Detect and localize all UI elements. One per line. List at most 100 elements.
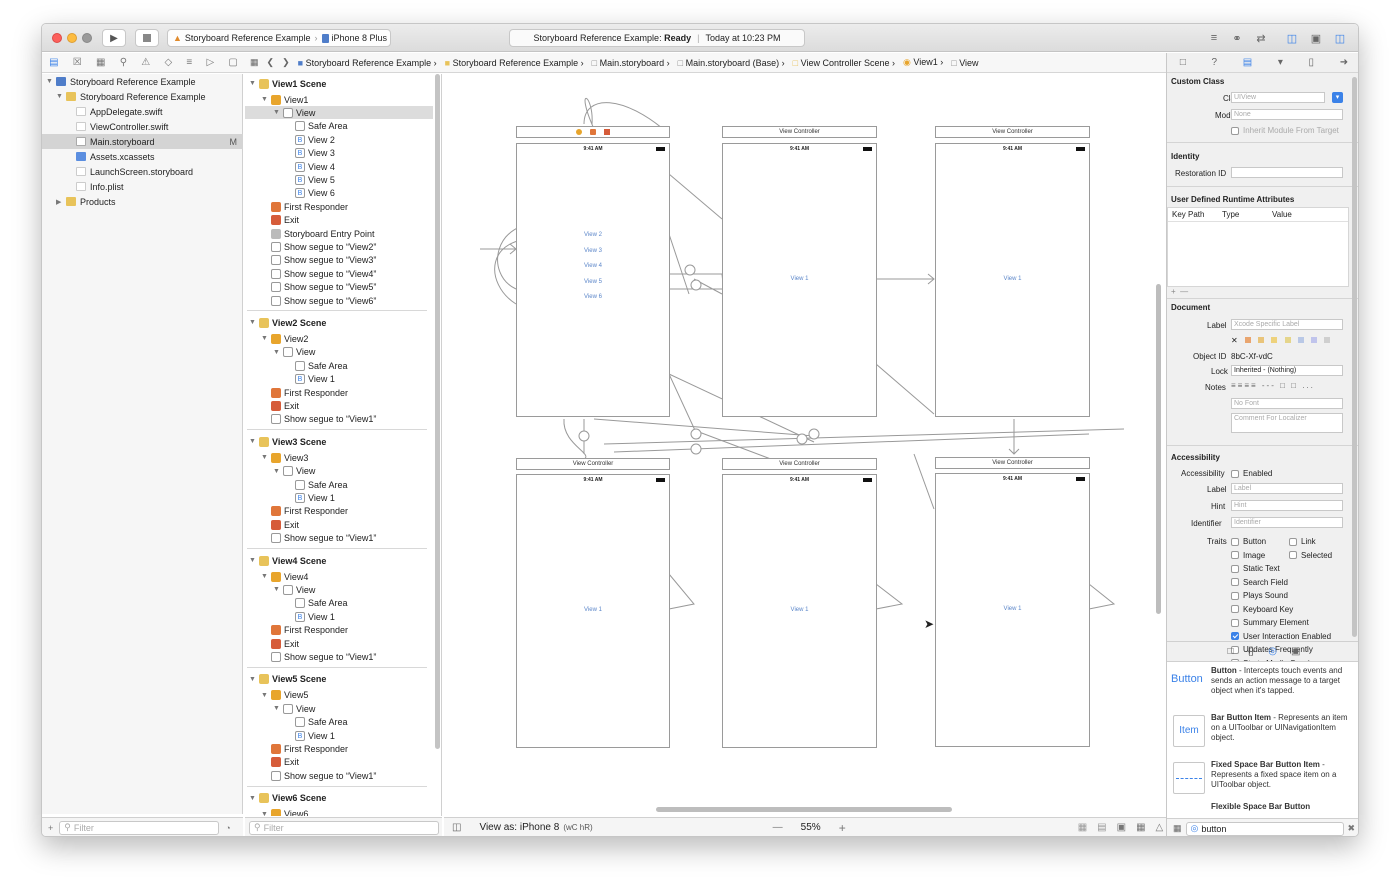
attributes-inspector-icon[interactable]: ▾ [1278,57,1283,68]
clear-color-icon[interactable]: ✕ [1231,336,1238,345]
link-view2[interactable]: View 2 [517,232,669,238]
disclosure-expanded-icon[interactable]: ▼ [249,676,259,683]
outline-filter-input[interactable]: ⚲ Filter [249,820,439,835]
breakpoint-tab-icon[interactable]: ▷ [206,57,214,68]
segue-icon[interactable] [690,443,702,455]
library-item-button[interactable]: Button Button - Intercepts touch events … [1171,666,1349,706]
zoom-out-button[interactable]: — [773,822,783,833]
outline-row[interactable]: B View 4 [295,160,335,173]
outline-row[interactable]: ▼ View4 [261,570,308,583]
identifier-field[interactable]: Identifier [1231,517,1343,528]
outline-row[interactable]: Exit [271,214,299,227]
outline-scene-header[interactable]: ▼ View2 Scene [249,316,326,329]
outline-row[interactable]: ▼ View3 [261,451,308,464]
checkbox[interactable] [1231,551,1239,560]
align-icon[interactable]: ▣ [1117,822,1126,833]
comment-field[interactable]: Comment For Localizer [1231,413,1343,433]
outline-row[interactable]: B View 1 [295,373,335,386]
color-swatch[interactable] [1311,337,1318,343]
trait-row[interactable]: Plays Sound [1231,591,1288,600]
disclosure-expanded-icon[interactable]: ▼ [249,795,259,802]
outline-row[interactable]: Exit [271,518,299,531]
hint-field[interactable]: Hint [1231,500,1343,511]
outline-row[interactable]: Show segue to “View6” [271,294,376,307]
segue-icon[interactable] [690,428,702,440]
outline-row[interactable]: Show segue to “View5” [271,281,376,294]
outline-row[interactable]: ▼ View [245,106,433,120]
disclosure-expanded-icon[interactable]: ▼ [261,811,271,816]
trait-row[interactable]: Link [1289,537,1316,546]
resolve-icon[interactable]: △ [1156,822,1164,833]
disclosure-expanded-icon[interactable]: ▼ [273,586,283,593]
outline-row[interactable]: First Responder [271,624,348,637]
outline-row[interactable]: Show segue to “View1” [271,532,376,545]
outline-row[interactable]: Safe Area [295,120,348,133]
assistant-editor-button[interactable]: ⚭ [1227,30,1247,46]
disclosure-expanded-icon[interactable]: ▼ [261,573,271,580]
standard-editor-button[interactable]: ≡ [1204,30,1224,46]
outline-row[interactable]: B View 1 [295,729,335,742]
disclosure-expanded-icon[interactable]: ▼ [249,438,259,445]
segue-icon[interactable] [684,264,696,276]
quick-help-icon[interactable]: ? [1212,57,1218,68]
version-editor-button[interactable]: ⇄ [1251,30,1271,46]
segue-icon[interactable] [808,428,820,440]
toggle-debug-button[interactable]: ▣ [1306,30,1326,46]
outline-row[interactable]: Show segue to “View4” [271,267,376,280]
scene-view5[interactable]: 9:41 AM View 1 [722,474,877,748]
outline-scene-header[interactable]: ▼ View6 Scene [249,792,326,805]
color-swatch[interactable] [1297,337,1304,343]
code-snippet-icon[interactable]: {} [1248,646,1255,657]
zoom-in-button[interactable]: + [839,821,846,835]
nav-item[interactable]: Info.plist [76,179,124,194]
view-as-label[interactable]: View as: iPhone 8 [479,822,559,833]
folder-tab-icon[interactable]: ▤ [49,57,58,68]
outline-row[interactable]: ▼ View5 [261,689,308,702]
restoration-id-field[interactable] [1231,167,1343,178]
segue-icon[interactable] [796,433,808,445]
disclosure-expanded-icon[interactable]: ▼ [249,80,259,87]
jumpbar-localization[interactable]: □ Main.storyboard (Base) › [678,58,785,68]
jumpbar-scene[interactable]: □ View Controller Scene › [793,58,895,68]
report-tab-icon[interactable]: ▢ [228,57,237,68]
trait-row[interactable]: Selected [1289,551,1332,560]
checkbox[interactable] [1289,551,1297,560]
label-color-swatches[interactable]: ✕ [1231,336,1331,345]
checkbox[interactable] [1231,537,1239,546]
grid-view-icon[interactable]: ▦ [1173,823,1182,834]
nav-item-selected[interactable]: Main.storyboard M [42,134,243,149]
jumpbar-folder[interactable]: ■ Storyboard Reference Example › [445,58,584,68]
canvas-vertical-scrollbar[interactable] [1156,284,1161,614]
link-view1[interactable]: View 1 [723,276,876,282]
outline-row[interactable]: B View 1 [295,491,335,504]
clear-search-icon[interactable]: ✖ [1348,823,1356,834]
scene-dock-view1[interactable] [516,126,670,138]
udra-table[interactable]: Key Path Type Value [1167,207,1349,287]
color-swatch[interactable] [1258,337,1265,343]
update-frames-icon[interactable]: ▦ [1078,822,1087,833]
trait-row[interactable]: Button [1231,537,1266,546]
scene-view1[interactable]: 9:41 AM View 2 View 3 View 4 View 5 View… [516,143,670,417]
outline-row[interactable]: First Responder [271,742,348,755]
link-view5[interactable]: View 5 [517,279,669,285]
checkbox[interactable] [1231,126,1239,135]
accessibility-enabled-row[interactable]: Enabled [1231,469,1272,478]
notes-format-toolbar[interactable]: ≡≡≡≡ --- □ □ ... [1231,381,1315,390]
outline-row[interactable]: Exit [271,637,299,650]
segue-icon[interactable] [690,279,702,291]
notes-font-field[interactable]: No Font [1231,398,1343,409]
outline-row[interactable]: Safe Area [295,716,348,729]
stop-button[interactable] [135,29,159,47]
debug-tab-icon[interactable]: ≡ [186,57,192,68]
checkbox[interactable] [1231,469,1239,478]
minimize-window-button[interactable] [67,33,77,43]
scene-header[interactable]: View Controller [722,126,877,138]
disclosure-expanded-icon[interactable]: ▼ [273,468,283,475]
file-inspector-icon[interactable]: □ [1180,57,1186,68]
scene-header[interactable]: View Controller [722,458,877,470]
outline-row[interactable]: First Responder [271,386,348,399]
outline-row[interactable]: First Responder [271,505,348,518]
outline-row[interactable]: ▼ View [273,465,315,478]
media-library-icon[interactable]: ▣ [1291,646,1300,657]
canvas-horizontal-scrollbar[interactable] [656,807,952,812]
